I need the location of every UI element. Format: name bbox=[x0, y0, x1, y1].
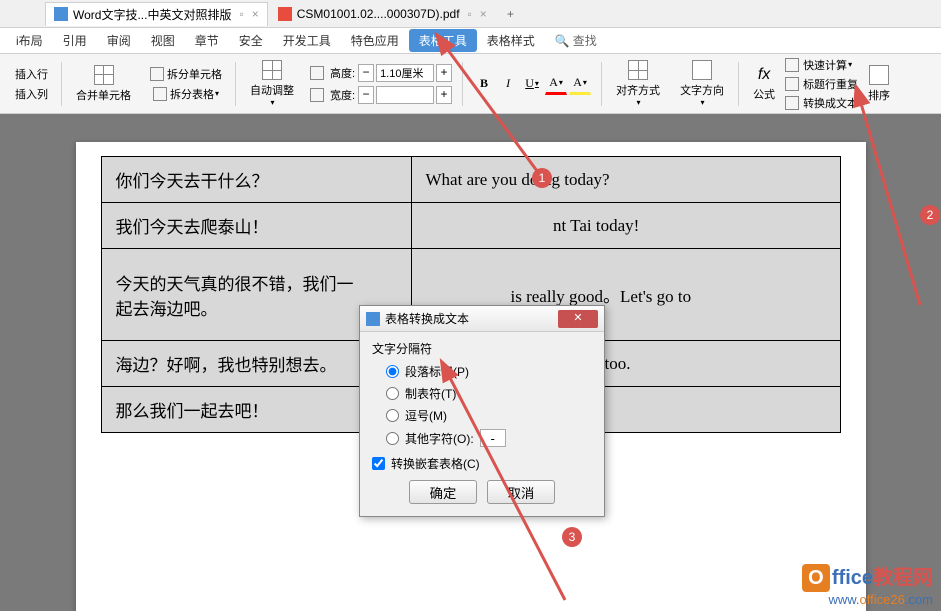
split-cells-icon bbox=[150, 67, 164, 81]
menu-table-style[interactable]: 表格样式 bbox=[477, 29, 545, 52]
table-row: 我们今天去爬泰山！xxxxxxxxxxxxxxxnt Tai today! bbox=[101, 203, 840, 249]
convert-table-dialog: 表格转换成文本 ✕ 文字分隔符 段落标记(P) 制表符(T) 逗号(M) 其他字… bbox=[359, 305, 605, 517]
other-separator-input[interactable] bbox=[480, 429, 506, 447]
align-icon bbox=[628, 60, 648, 80]
document-tabs-bar: Word文字技...中英文对照排版 ▫ × CSM01001.02....000… bbox=[0, 0, 941, 28]
convert-to-text-button[interactable]: 转换成文本 bbox=[785, 95, 858, 111]
bold-button[interactable]: B bbox=[473, 73, 495, 95]
width-increase[interactable]: + bbox=[436, 86, 452, 104]
align-button[interactable]: 对齐方式▾ bbox=[612, 58, 664, 109]
dialog-app-icon bbox=[366, 312, 380, 326]
doc-tab-pdf[interactable]: CSM01001.02....000307D).pdf ▫ × bbox=[270, 2, 495, 26]
merge-cells-icon bbox=[94, 65, 114, 85]
text-direction-button[interactable]: 文字方向▾ bbox=[676, 58, 728, 109]
doc-tab-label: CSM01001.02....000307D).pdf bbox=[297, 7, 460, 21]
menu-special[interactable]: 特色应用 bbox=[341, 29, 409, 52]
menu-review[interactable]: 审阅 bbox=[97, 29, 141, 52]
radio-tab[interactable]: 制表符(T) bbox=[386, 385, 592, 402]
menu-section[interactable]: 章节 bbox=[185, 29, 229, 52]
split-cells-button[interactable]: 拆分单元格 bbox=[147, 65, 225, 83]
menu-layout[interactable]: i布局 bbox=[6, 29, 53, 52]
watermark-logo-icon: O bbox=[802, 564, 830, 592]
row-height-icon bbox=[310, 66, 324, 80]
split-table-button[interactable]: 拆分表格▾ bbox=[150, 85, 222, 103]
formula-button[interactable]: fx 公式 bbox=[749, 64, 779, 104]
word-icon bbox=[54, 7, 68, 21]
ok-button[interactable]: 确定 bbox=[409, 480, 477, 504]
separator-group-label: 文字分隔符 bbox=[372, 340, 592, 357]
table-cell[interactable]: xxxxxxxxxxxxxxxnt Tai today! bbox=[411, 203, 840, 249]
radio-paragraph[interactable]: 段落标记(P) bbox=[386, 363, 592, 380]
width-label: 宽度: bbox=[330, 87, 355, 103]
width-decrease[interactable]: − bbox=[358, 86, 374, 104]
radio-comma[interactable]: 逗号(M) bbox=[386, 407, 592, 424]
height-increase[interactable]: + bbox=[436, 64, 452, 82]
menu-security[interactable]: 安全 bbox=[229, 29, 273, 52]
insert-col-button[interactable]: 插入列 bbox=[12, 85, 51, 103]
height-input[interactable] bbox=[376, 64, 434, 82]
annotation-badge-2: 2 bbox=[920, 205, 940, 225]
menu-reference[interactable]: 引用 bbox=[53, 29, 97, 52]
table-cell[interactable]: What are you doing today? bbox=[411, 157, 840, 203]
dialog-close-button[interactable]: ✕ bbox=[558, 310, 598, 328]
header-repeat-button[interactable]: 标题行重复 bbox=[785, 76, 858, 92]
font-color-button[interactable]: A▾ bbox=[545, 73, 567, 95]
annotation-badge-3: 3 bbox=[562, 527, 582, 547]
highlight-button[interactable]: A▾ bbox=[569, 73, 591, 95]
menu-devtools[interactable]: 开发工具 bbox=[273, 29, 341, 52]
merge-cells-button[interactable]: 合并单元格 bbox=[72, 63, 135, 105]
annotation-badge-1: 1 bbox=[532, 168, 552, 188]
convert-text-icon bbox=[785, 96, 799, 110]
radio-tab-input[interactable] bbox=[386, 387, 399, 400]
formula-icon: fx bbox=[758, 66, 770, 84]
menu-search[interactable]: 🔍 查找 bbox=[555, 32, 597, 49]
radio-comma-input[interactable] bbox=[386, 409, 399, 422]
dialog-title: 表格转换成文本 bbox=[385, 310, 469, 327]
search-icon: 🔍 bbox=[555, 34, 570, 48]
dialog-titlebar[interactable]: 表格转换成文本 ✕ bbox=[360, 306, 604, 332]
radio-paragraph-input[interactable] bbox=[386, 365, 399, 378]
width-input[interactable] bbox=[376, 86, 434, 104]
menu-view[interactable]: 视图 bbox=[141, 29, 185, 52]
insert-row-button[interactable]: 插入行 bbox=[12, 65, 51, 83]
ribbon-toolbar: 插入行 插入列 合并单元格 拆分单元格 拆分表格▾ 自动调整▾ 高度: − + bbox=[0, 54, 941, 114]
cancel-button[interactable]: 取消 bbox=[487, 480, 555, 504]
new-tab-button[interactable]: + bbox=[497, 7, 524, 21]
table-row: 你们今天去干什么？What are you doing today? bbox=[101, 157, 840, 203]
split-table-icon bbox=[153, 87, 167, 101]
pdf-icon bbox=[278, 7, 292, 21]
doc-tab-label: Word文字技...中英文对照排版 bbox=[73, 6, 231, 23]
header-repeat-icon bbox=[785, 77, 799, 91]
tab-close-icon[interactable]: × bbox=[480, 7, 487, 21]
text-direction-icon bbox=[692, 60, 712, 80]
underline-button[interactable]: U▾ bbox=[521, 73, 543, 95]
table-cell[interactable]: 我们今天去爬泰山！ bbox=[101, 203, 411, 249]
checkbox-nested[interactable]: 转换嵌套表格(C) bbox=[372, 455, 592, 472]
checkbox-nested-input[interactable] bbox=[372, 457, 385, 470]
height-decrease[interactable]: − bbox=[358, 64, 374, 82]
calculator-icon bbox=[785, 58, 799, 72]
italic-button[interactable]: I bbox=[497, 73, 519, 95]
table-cell[interactable]: 你们今天去干什么？ bbox=[101, 157, 411, 203]
menu-bar: i布局 引用 审阅 视图 章节 安全 开发工具 特色应用 表格工具 表格样式 🔍… bbox=[0, 28, 941, 54]
radio-other-input[interactable] bbox=[386, 432, 399, 445]
col-width-icon bbox=[310, 88, 324, 102]
sort-icon bbox=[869, 65, 889, 85]
doc-tab-word[interactable]: Word文字技...中英文对照排版 ▫ × bbox=[45, 2, 268, 26]
tab-expand-icon[interactable]: ▫ bbox=[468, 7, 472, 21]
height-label: 高度: bbox=[330, 65, 355, 81]
tab-close-icon[interactable]: × bbox=[252, 7, 259, 21]
watermark: Office教程网 www.office26.com bbox=[802, 561, 933, 607]
auto-adjust-button[interactable]: 自动调整▾ bbox=[246, 58, 298, 109]
radio-other[interactable]: 其他字符(O): bbox=[386, 429, 592, 447]
tab-expand-icon[interactable]: ▫ bbox=[239, 7, 243, 21]
quick-calc-button[interactable]: 快速计算▾ bbox=[785, 57, 858, 73]
sort-button[interactable]: 排序 bbox=[864, 63, 894, 105]
auto-adjust-icon bbox=[262, 60, 282, 80]
menu-table-tools[interactable]: 表格工具 bbox=[409, 29, 477, 52]
